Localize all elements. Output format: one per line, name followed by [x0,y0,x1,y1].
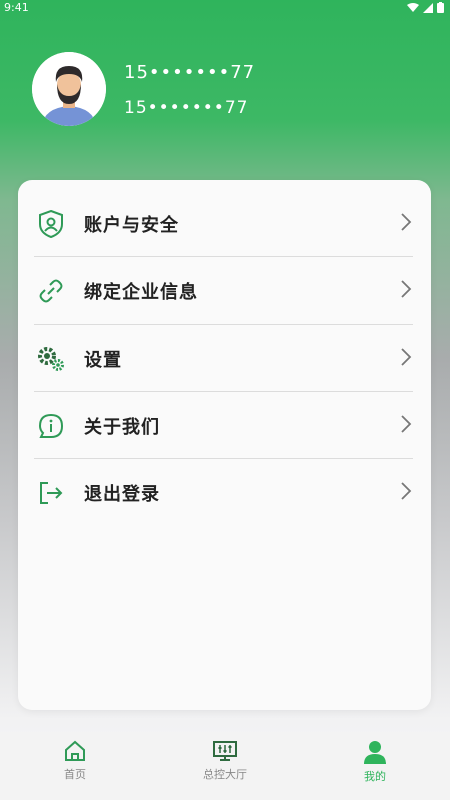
monitor-control-icon [213,741,237,761]
shield-user-icon [36,209,66,239]
chevron-right-icon [401,415,412,433]
chevron-right-icon [401,280,412,298]
chevron-right-icon [401,348,412,366]
phone-number-secondary: 15•••••••77 [124,98,249,118]
battery-icon [437,2,444,13]
signal-icon [423,2,433,13]
tab-mine[interactable]: 我的 [300,732,450,800]
status-time: 9:41 [4,1,29,14]
menu-card: 账户与安全 绑定企业信息 设置 关于我们 退出登录 [18,180,431,710]
wifi-icon [407,2,419,12]
gears-icon [36,344,66,374]
tab-control-hall[interactable]: 总控大厅 [150,732,300,800]
user-icon [364,741,386,764]
menu-item-label: 账户与安全 [84,214,179,236]
menu-item-about-us[interactable]: 关于我们 [34,392,414,459]
status-icons [407,2,444,13]
menu-item-label: 退出登录 [84,483,160,505]
phone-number-primary: 15•••••••77 [124,62,256,83]
tab-label: 首页 [64,768,86,781]
chevron-right-icon [401,482,412,500]
link-icon [36,276,66,306]
menu-item-logout[interactable]: 退出登录 [34,459,414,526]
menu-item-account-security[interactable]: 账户与安全 [34,190,414,257]
tab-label: 总控大厅 [203,768,247,781]
info-bubble-icon [36,411,66,441]
menu-item-label: 关于我们 [84,416,160,438]
profile-header[interactable]: 15•••••••77 15•••••••77 [32,52,432,132]
tab-home[interactable]: 首页 [0,732,150,800]
menu-item-settings[interactable]: 设置 [34,325,414,392]
bottom-tab-bar: 首页 总控大厅 我的 [0,732,450,800]
logout-icon [36,478,66,508]
status-bar: 9:41 [0,0,450,16]
menu-item-bind-enterprise[interactable]: 绑定企业信息 [34,257,414,324]
tab-label: 我的 [364,770,386,783]
chevron-right-icon [401,213,412,231]
avatar[interactable] [32,52,106,126]
menu-item-label: 设置 [84,349,122,371]
menu-item-label: 绑定企业信息 [84,281,198,303]
home-icon [65,740,85,761]
avatar-illustration [32,52,106,126]
